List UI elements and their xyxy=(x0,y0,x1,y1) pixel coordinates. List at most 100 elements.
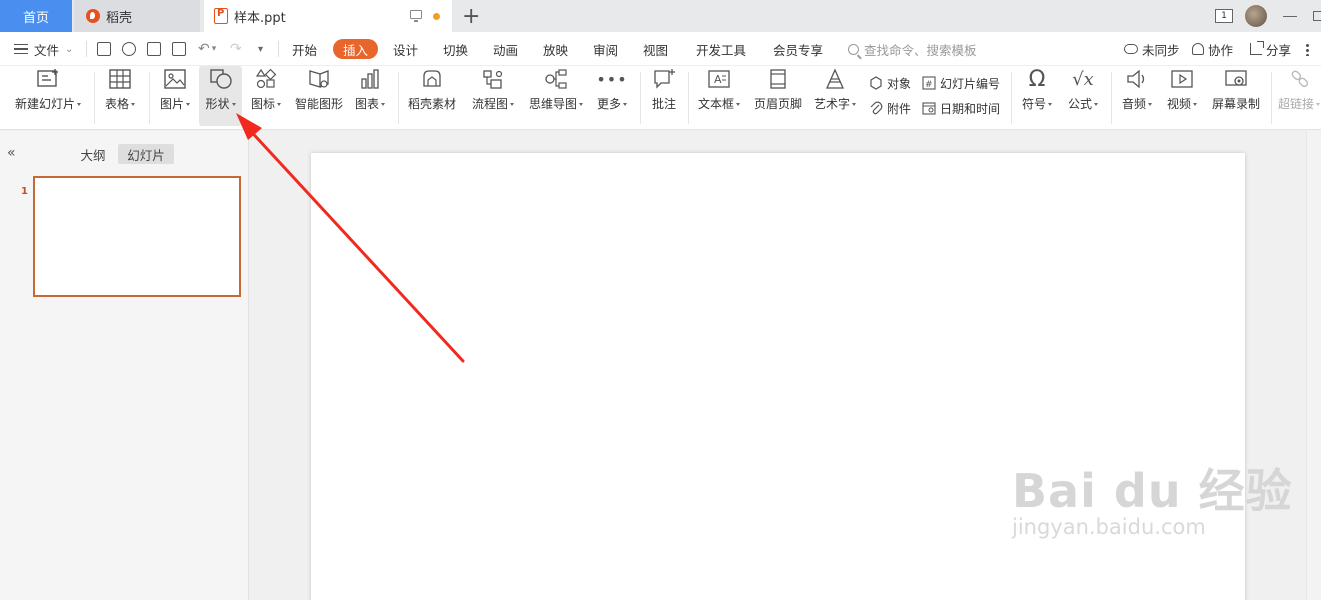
tab-design-label: 设计 xyxy=(393,42,419,58)
audio-button[interactable]: 音频 xyxy=(1117,66,1157,126)
monitor-icon[interactable] xyxy=(410,10,422,22)
video-icon xyxy=(1170,68,1194,90)
video-button[interactable]: 视频 xyxy=(1162,66,1202,126)
header-footer-button[interactable]: 页眉页脚 xyxy=(752,66,804,126)
tab-document-label: 样本.ppt xyxy=(234,10,286,26)
smart-art-button[interactable]: 智能图形 xyxy=(290,66,348,126)
chart-icon xyxy=(358,68,382,90)
daoke-logo-icon xyxy=(86,9,100,23)
ellipsis-icon: ••• xyxy=(596,69,628,89)
screen-record-button[interactable]: 屏幕录制 xyxy=(1208,66,1264,126)
new-slide-button[interactable]: 新建幻灯片 xyxy=(8,66,88,126)
tab-slides[interactable]: 幻灯片 xyxy=(118,144,174,164)
tab-view[interactable]: 视图 xyxy=(643,32,668,66)
tab-slideshow[interactable]: 放映 xyxy=(543,32,568,66)
object-button[interactable]: 对象 xyxy=(869,74,911,92)
chevron-down-icon: ⌄ xyxy=(65,43,74,55)
icon-library-button[interactable]: 图标 xyxy=(246,66,286,126)
more-label: 更多 xyxy=(596,97,621,111)
table-button[interactable]: 表格 xyxy=(100,66,140,126)
maximize-icon[interactable] xyxy=(1313,11,1321,21)
tab-insert-label: 插入 xyxy=(343,42,369,58)
symbol-button[interactable]: Ω 符号 xyxy=(1017,66,1057,126)
comment-button[interactable]: 批注 xyxy=(646,66,682,126)
textbox-icon: A xyxy=(707,68,731,90)
export-icon[interactable] xyxy=(122,42,136,56)
shape-button[interactable]: 形状 xyxy=(199,66,242,126)
print-preview-icon[interactable] xyxy=(172,42,186,56)
redo-icon[interactable]: ↷ xyxy=(230,32,242,66)
mindmap-button[interactable]: 思维导图 xyxy=(524,66,588,126)
wordart-button[interactable]: 艺术字 xyxy=(810,66,860,126)
speaker-icon xyxy=(1125,68,1149,90)
tab-animation[interactable]: 动画 xyxy=(493,32,518,66)
material-icon xyxy=(420,68,444,90)
print-icon[interactable] xyxy=(147,42,161,56)
picture-label: 图片 xyxy=(159,97,184,111)
flowchart-button[interactable]: 流程图 xyxy=(467,66,519,126)
share-button[interactable]: 分享 xyxy=(1250,32,1291,66)
textbox-button[interactable]: A 文本框 xyxy=(694,66,744,126)
collapse-pane-icon[interactable]: « xyxy=(7,145,16,161)
slides-pane: « 大纲 幻灯片 1 xyxy=(0,131,249,600)
tab-daoke[interactable]: 稻壳 xyxy=(74,0,200,32)
slide-number: 1 xyxy=(21,186,28,197)
object-icon xyxy=(870,76,882,90)
daoke-material-button[interactable]: 稻壳素材 xyxy=(404,66,460,126)
comment-label: 批注 xyxy=(651,97,676,111)
divider xyxy=(640,72,641,124)
file-menu[interactable]: 文件 ⌄ xyxy=(14,32,73,66)
search-placeholder: 查找命令、搜索模板 xyxy=(864,42,977,58)
mindmap-label: 思维导图 xyxy=(528,97,577,111)
collaborate-button[interactable]: 协作 xyxy=(1192,32,1233,66)
formula-button[interactable]: √x 公式 xyxy=(1062,66,1104,126)
tab-insert[interactable]: 插入 xyxy=(333,39,379,59)
audio-label: 音频 xyxy=(1121,97,1146,111)
ppt-file-icon xyxy=(214,8,228,24)
tab-transition[interactable]: 切换 xyxy=(443,32,468,66)
menu-bar: 文件 ⌄ ↶ ▾ ↷ ▾ 开始 插入 设计 切换 动画 放映 审阅 视图 开发工具… xyxy=(0,32,1321,66)
tab-review[interactable]: 审阅 xyxy=(593,32,618,66)
search-icon xyxy=(848,43,859,55)
save-icon[interactable] xyxy=(97,42,111,56)
video-label: 视频 xyxy=(1166,97,1191,111)
more-button[interactable]: ••• 更多 xyxy=(592,66,632,126)
datetime-button[interactable]: 日期和时间 xyxy=(922,99,1000,117)
minimize-icon[interactable] xyxy=(1283,15,1297,17)
more-options-icon[interactable] xyxy=(1306,43,1309,56)
slide-number-label: 幻灯片编号 xyxy=(940,76,1001,91)
customize-toolbar-icon[interactable]: ▾ xyxy=(258,32,263,66)
screen-record-label: 屏幕录制 xyxy=(1211,97,1260,111)
tab-developer[interactable]: 开发工具 xyxy=(696,32,746,66)
tab-design[interactable]: 设计 xyxy=(393,32,418,66)
omega-icon: Ω xyxy=(1028,66,1046,92)
table-label: 表格 xyxy=(104,97,129,111)
window-count-badge[interactable]: 1 xyxy=(1215,9,1233,23)
command-search[interactable]: 查找命令、搜索模板 xyxy=(848,32,977,66)
baidu-watermark: Bai du 经验 jingyan.baidu.com xyxy=(1012,455,1293,539)
divider xyxy=(1011,72,1012,124)
tab-outline[interactable]: 大纲 xyxy=(76,144,110,164)
slide-number-button[interactable]: # 幻灯片编号 xyxy=(922,74,1000,92)
formula-icon: √x xyxy=(1072,68,1094,90)
picture-button[interactable]: 图片 xyxy=(155,66,195,126)
avatar[interactable] xyxy=(1245,5,1267,27)
tab-home-label: 首页 xyxy=(22,10,49,26)
tab-document[interactable]: 样本.ppt xyxy=(204,0,452,32)
attachment-button[interactable]: 附件 xyxy=(869,99,911,117)
sync-button[interactable]: 未同步 xyxy=(1124,32,1180,66)
divider xyxy=(1271,72,1272,124)
tab-start[interactable]: 开始 xyxy=(292,32,317,66)
new-tab-button[interactable]: + xyxy=(462,4,480,29)
hyperlink-button[interactable]: 超链接 xyxy=(1278,66,1321,126)
slide-thumbnail[interactable] xyxy=(33,176,241,297)
undo-icon[interactable]: ↶ ▾ xyxy=(198,32,216,66)
chart-button[interactable]: 图表 xyxy=(350,66,390,126)
vertical-scrollbar[interactable] xyxy=(1306,131,1321,600)
collaborate-label: 协作 xyxy=(1208,42,1234,58)
daoke-material-label: 稻壳素材 xyxy=(407,97,456,111)
tab-home[interactable]: 首页 xyxy=(0,0,72,32)
tab-daoke-label: 稻壳 xyxy=(106,10,133,26)
tab-member[interactable]: 会员专享 xyxy=(773,32,823,66)
hyperlink-label: 超链接 xyxy=(1278,97,1315,111)
